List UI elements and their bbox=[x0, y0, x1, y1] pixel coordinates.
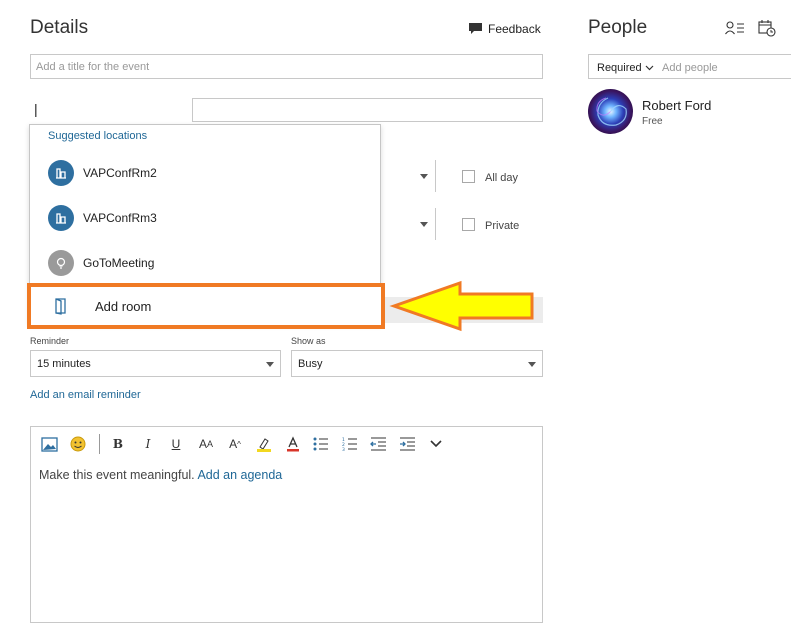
image-icon[interactable] bbox=[40, 436, 58, 452]
chevron-down-icon bbox=[420, 174, 428, 179]
avatar-swirl-icon bbox=[596, 97, 627, 126]
annotation-arrow-icon bbox=[389, 280, 534, 332]
indent-icon[interactable] bbox=[399, 436, 416, 452]
bold-icon[interactable]: B bbox=[112, 436, 124, 452]
event-title-placeholder: Add a title for the event bbox=[36, 61, 150, 73]
scheduling-assistant-icon[interactable] bbox=[758, 19, 776, 37]
add-people-field[interactable]: Required Add people bbox=[588, 54, 791, 79]
location-option-gotomeeting[interactable]: GoToMeeting bbox=[30, 240, 380, 285]
location-input[interactable] bbox=[192, 98, 543, 122]
toolbar-divider bbox=[99, 434, 100, 454]
location-option-label: VAPConfRm3 bbox=[83, 210, 157, 225]
private-checkbox[interactable] bbox=[462, 218, 475, 231]
font-size-icon[interactable]: AA bbox=[197, 436, 215, 452]
italic-icon[interactable]: I bbox=[142, 436, 154, 452]
event-body-editor[interactable] bbox=[30, 426, 543, 623]
reminder-label: Reminder bbox=[30, 336, 70, 346]
svg-text:3: 3 bbox=[342, 447, 345, 451]
underline-icon[interactable]: U bbox=[170, 436, 182, 452]
chevron-down-icon bbox=[645, 65, 654, 71]
add-people-placeholder: Add people bbox=[662, 62, 718, 74]
all-day-checkbox[interactable] bbox=[462, 170, 475, 183]
attendee-status: Free bbox=[642, 116, 663, 127]
feedback-icon bbox=[469, 23, 482, 34]
location-option-label: GoToMeeting bbox=[83, 255, 155, 270]
end-time-dropdown[interactable] bbox=[380, 208, 436, 240]
editor-body-text: Make this event meaningful. Add an agend… bbox=[39, 468, 282, 482]
emoji-icon[interactable] bbox=[69, 436, 87, 452]
private-label: Private bbox=[485, 220, 520, 232]
details-heading: Details bbox=[30, 17, 89, 38]
reminder-dropdown[interactable]: 15 minutes bbox=[30, 350, 281, 377]
editor-prompt: Make this event meaningful. bbox=[39, 468, 195, 482]
location-option-vapconfrm3[interactable]: VAPConfRm3 bbox=[30, 195, 380, 240]
lightbulb-icon bbox=[48, 249, 74, 276]
add-email-reminder-link[interactable]: Add an email reminder bbox=[30, 389, 141, 401]
bullets-icon[interactable] bbox=[313, 436, 329, 452]
show-as-value: Busy bbox=[298, 358, 323, 370]
location-cursor: | bbox=[34, 101, 38, 117]
numbering-icon[interactable]: 123 bbox=[342, 436, 358, 452]
grow-font-icon[interactable]: A ^ bbox=[227, 436, 243, 452]
building-icon bbox=[48, 204, 74, 231]
location-option-vapconfrm2[interactable]: VAPConfRm2 bbox=[30, 150, 380, 195]
add-room-label: Add room bbox=[95, 298, 152, 314]
chevron-down-icon bbox=[266, 362, 274, 367]
attendee-name: Robert Ford bbox=[642, 98, 712, 113]
add-room-button[interactable]: Add room bbox=[27, 283, 385, 329]
chevron-down-icon bbox=[420, 222, 428, 227]
building-icon bbox=[48, 159, 74, 186]
feedback-button[interactable]: Feedback bbox=[468, 22, 541, 36]
chevron-down-icon bbox=[528, 362, 536, 367]
show-as-label: Show as bbox=[291, 336, 326, 346]
feedback-label: Feedback bbox=[488, 22, 541, 36]
font-color-icon[interactable] bbox=[285, 436, 301, 452]
all-day-label: All day bbox=[485, 172, 519, 184]
add-agenda-link[interactable]: Add an agenda bbox=[197, 468, 282, 482]
people-heading: People bbox=[588, 17, 648, 38]
event-title-input[interactable]: Add a title for the event bbox=[30, 54, 543, 79]
suggested-locations-header: Suggested locations bbox=[48, 130, 148, 142]
contact-list-icon[interactable] bbox=[725, 21, 745, 35]
outdent-icon[interactable] bbox=[370, 436, 387, 452]
required-dropdown[interactable]: Required bbox=[597, 62, 654, 74]
required-label: Required bbox=[597, 62, 642, 74]
start-time-dropdown[interactable] bbox=[380, 160, 436, 192]
room-icon bbox=[55, 298, 66, 315]
reminder-value: 15 minutes bbox=[37, 358, 91, 370]
highlight-icon[interactable] bbox=[256, 436, 272, 452]
avatar[interactable] bbox=[588, 89, 633, 134]
show-as-dropdown[interactable]: Busy bbox=[291, 350, 543, 377]
location-option-label: VAPConfRm2 bbox=[83, 165, 157, 180]
more-icon[interactable] bbox=[430, 436, 442, 452]
